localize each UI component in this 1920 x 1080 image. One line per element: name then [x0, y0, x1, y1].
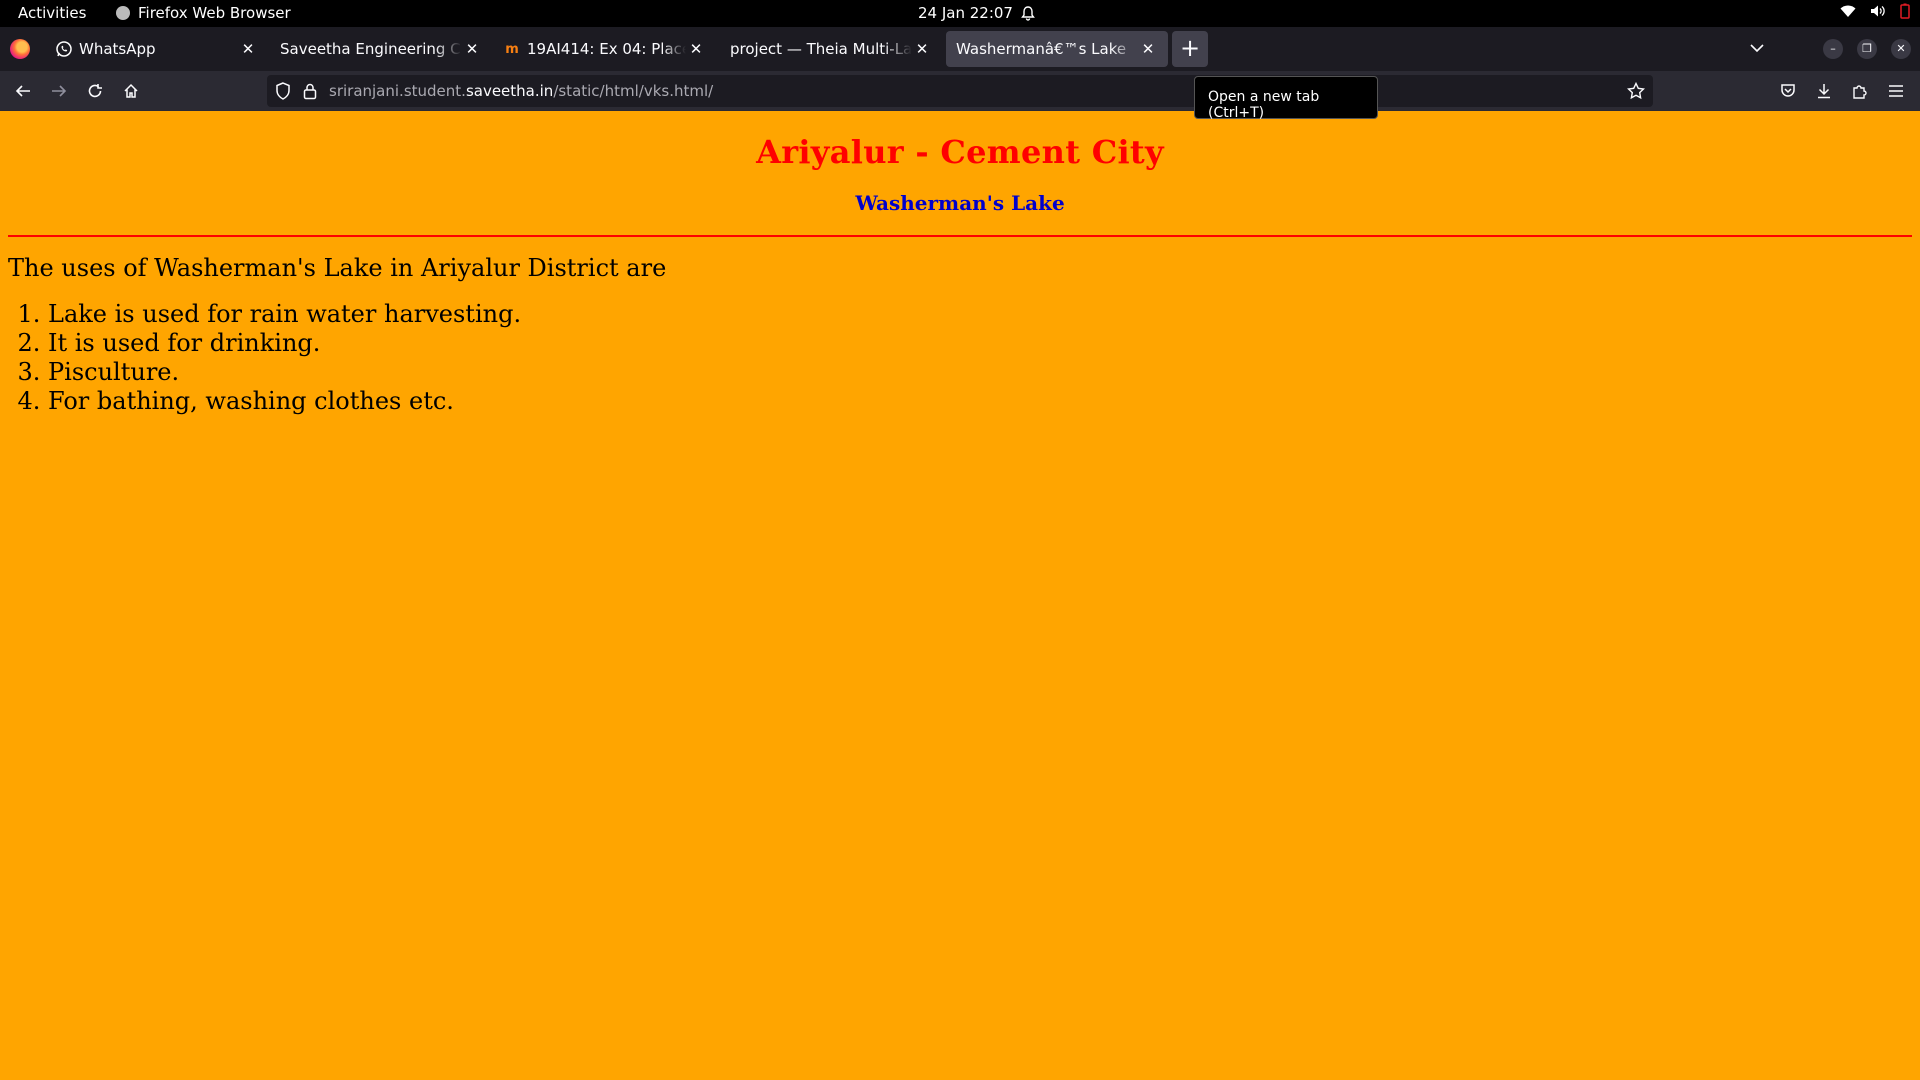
tab-saveetha[interactable]: Saveetha Engineering College ✕ [270, 31, 492, 67]
url-path: /static/html/vks.html/ [553, 82, 714, 100]
close-icon[interactable]: ✕ [686, 40, 706, 58]
firefox-app-icon [116, 6, 130, 20]
volume-icon [1871, 5, 1885, 17]
extensions-button[interactable] [1850, 81, 1870, 101]
intro-text: The uses of Washerman's Lake in Ariyalur… [8, 254, 667, 282]
new-tab-button[interactable]: + [1172, 31, 1208, 67]
tab-title: WhatsApp [79, 40, 156, 58]
firefox-view-icon[interactable] [10, 39, 30, 59]
tab-title: project — Theia Multi-Language [730, 40, 912, 58]
list-item: For bathing, washing clothes etc. [48, 387, 1912, 416]
app-name: Firefox Web Browser [138, 4, 291, 22]
tab-washermans-lake[interactable]: Washermanâ€™s Lake ✕ [946, 31, 1168, 67]
close-icon[interactable]: ✕ [1138, 40, 1158, 58]
url-prefix: sriranjani.student. [329, 82, 466, 100]
close-icon[interactable]: ✕ [238, 40, 258, 58]
tab-title: Washermanâ€™s Lake [956, 40, 1127, 58]
close-window-button[interactable]: ✕ [1891, 39, 1911, 59]
web-page-content: Ariyalur - Cement City Washerman's Lake … [0, 111, 1920, 1080]
home-icon [124, 83, 138, 98]
power-icon [1900, 3, 1910, 19]
home-button[interactable] [121, 81, 141, 101]
tab-moodle-exercise[interactable]: m 19AI414: Ex 04: Places Around Me ✕ [494, 31, 716, 67]
menu-button[interactable] [1886, 81, 1906, 101]
activities-button[interactable]: Activities [18, 4, 86, 22]
reload-button[interactable] [85, 81, 105, 101]
close-icon[interactable]: ✕ [912, 40, 932, 58]
url-host: saveetha.in [465, 82, 554, 100]
datetime: 24 Jan 22:07 [918, 4, 1013, 22]
list-item: It is used for drinking. [48, 329, 1912, 358]
forward-arrow-icon [52, 85, 67, 97]
back-arrow-icon [15, 85, 30, 97]
tab-title: Saveetha Engineering College [280, 40, 462, 58]
page-subtitle: Washerman's Lake [855, 191, 1065, 215]
restore-button[interactable]: ❐ [1857, 39, 1877, 59]
tab-strip: WhatsApp ✕ Saveetha Engineering College … [0, 27, 1920, 71]
hamburger-menu-icon [1889, 85, 1903, 97]
download-icon [1818, 84, 1830, 99]
forward-button[interactable] [49, 81, 69, 101]
whatsapp-icon [56, 41, 72, 57]
url-text[interactable]: sriranjani.student.saveetha.in/static/ht… [329, 82, 713, 100]
lock-icon[interactable] [303, 82, 317, 100]
tab-whatsapp[interactable]: WhatsApp ✕ [46, 31, 268, 67]
pocket-icon [1781, 84, 1795, 97]
list-all-tabs-button[interactable] [1750, 39, 1764, 57]
moodle-icon: m [505, 41, 519, 57]
address-bar[interactable]: sriranjani.student.saveetha.in/static/ht… [267, 75, 1653, 107]
bell-icon [1021, 5, 1035, 21]
divider [8, 235, 1912, 237]
wifi-icon [1840, 5, 1856, 17]
tab-theia-project[interactable]: project — Theia Multi-Language ✕ [720, 31, 942, 67]
navigation-toolbar: sriranjani.student.saveetha.in/static/ht… [0, 71, 1920, 111]
chevron-down-icon [1750, 44, 1764, 53]
close-icon[interactable]: ✕ [462, 40, 482, 58]
pocket-button[interactable] [1778, 81, 1798, 101]
system-tray[interactable] [1840, 3, 1910, 19]
list-item: Pisculture. [48, 358, 1912, 387]
page-title: Ariyalur - Cement City [756, 133, 1164, 171]
tracking-protection-shield-icon[interactable] [275, 82, 291, 100]
system-top-bar: Activities Firefox Web Browser 24 Jan 22… [0, 0, 1920, 27]
reload-icon [88, 84, 102, 98]
new-tab-tooltip: Open a new tab (Ctrl+T) [1194, 76, 1378, 121]
downloads-button[interactable] [1814, 81, 1834, 101]
tab-title: 19AI414: Ex 04: Places Around Me [527, 40, 686, 58]
uses-list: Lake is used for rain water harvesting. … [8, 300, 1912, 416]
clock[interactable]: 24 Jan 22:07 [918, 4, 1035, 22]
bookmark-star-icon[interactable] [1627, 82, 1645, 100]
list-item: Lake is used for rain water harvesting. [48, 300, 1912, 329]
app-menu[interactable]: Firefox Web Browser [116, 4, 291, 22]
minimize-button[interactable]: – [1823, 39, 1843, 59]
back-button[interactable] [13, 81, 33, 101]
puzzle-icon [1853, 85, 1867, 99]
